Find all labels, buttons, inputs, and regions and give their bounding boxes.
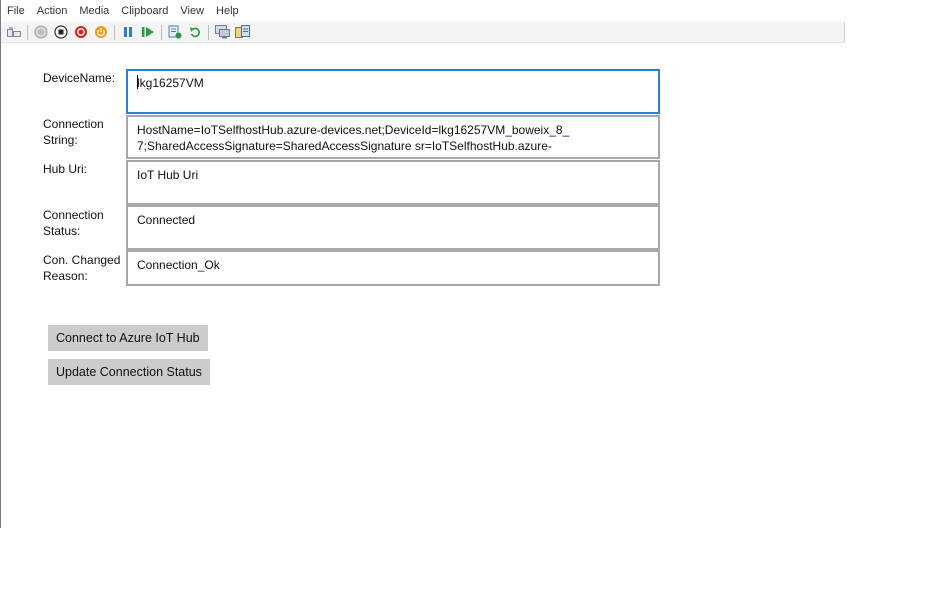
menu-action[interactable]: Action: [31, 0, 74, 22]
pause-icon[interactable]: [120, 24, 136, 40]
menu-media[interactable]: Media: [73, 0, 115, 22]
enhanced-session-icon[interactable]: [214, 24, 230, 40]
connection-string-label-line1: Connection: [43, 117, 104, 131]
toolbar-separator: [27, 24, 28, 40]
toolbar-separator: [208, 24, 209, 40]
connection-string-label: Connection String:: [43, 116, 104, 148]
ctrl-alt-del-icon[interactable]: [6, 24, 22, 40]
device-name-input[interactable]: lkg16257VM: [126, 69, 660, 114]
window-left-edge: [0, 0, 1, 528]
connection-status-label: Connection Status:: [43, 207, 104, 239]
connection-string-line1: HostName=IoTSelfhostHub.azure-devices.ne…: [137, 123, 570, 137]
turn-off-icon[interactable]: [53, 24, 69, 40]
connect-button[interactable]: Connect to Azure IoT Hub: [48, 325, 208, 351]
hub-uri-label: Hub Uri:: [43, 162, 88, 176]
device-name-label: DeviceName:: [43, 71, 116, 85]
revert-icon[interactable]: [187, 24, 203, 40]
con-changed-reason-label-line1: Con. Changed: [43, 253, 121, 267]
start-icon[interactable]: [33, 24, 49, 40]
connection-string-input[interactable]: HostName=IoTSelfhostHub.azure-devices.ne…: [126, 115, 660, 159]
device-name-value: lkg16257VM: [137, 76, 204, 90]
shut-down-icon[interactable]: [73, 24, 89, 40]
con-changed-reason-label: Con. Changed Reason:: [43, 252, 120, 284]
checkpoint-icon[interactable]: [167, 24, 183, 40]
connection-status-label-line2: Status:: [43, 224, 81, 238]
toolbar: [1, 22, 845, 43]
hub-uri-value: IoT Hub Uri: [137, 168, 199, 182]
con-changed-reason-value: Connection_Ok: [137, 258, 220, 272]
save-icon[interactable]: [93, 24, 109, 40]
con-changed-reason-input[interactable]: Connection_Ok: [126, 250, 660, 286]
con-changed-reason-label-line2: Reason:: [43, 269, 88, 283]
update-status-button[interactable]: Update Connection Status: [48, 359, 210, 385]
connection-status-input[interactable]: Connected: [126, 205, 660, 250]
menu-file[interactable]: File: [1, 0, 31, 22]
connection-status-value: Connected: [137, 213, 196, 227]
toolbar-separator: [161, 24, 162, 40]
connection-status-label-line1: Connection: [43, 208, 104, 222]
toolbar-separator: [114, 24, 115, 40]
share-icon[interactable]: [234, 24, 250, 40]
connection-string-line2: 7;SharedAccessSignature=SharedAccessSign…: [137, 139, 552, 153]
menu-bar: File Action Media Clipboard View Help: [1, 0, 845, 22]
menu-clipboard[interactable]: Clipboard: [115, 0, 174, 22]
menu-help[interactable]: Help: [210, 0, 245, 22]
menu-view[interactable]: View: [174, 0, 210, 22]
resume-icon[interactable]: [140, 24, 156, 40]
hub-uri-input[interactable]: IoT Hub Uri: [126, 160, 660, 205]
connection-string-label-line2: String:: [43, 133, 78, 147]
